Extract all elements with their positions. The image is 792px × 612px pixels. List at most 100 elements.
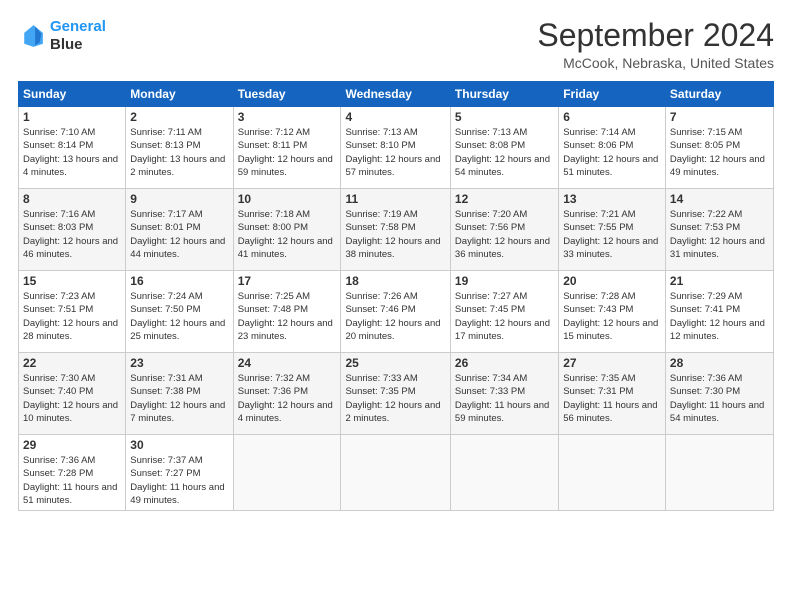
day-number: 21 xyxy=(670,274,769,288)
table-row: 11 Sunrise: 7:19 AM Sunset: 7:58 PM Dayl… xyxy=(341,189,450,271)
day-number: 9 xyxy=(130,192,228,206)
col-wednesday: Wednesday xyxy=(341,82,450,107)
day-info: Sunrise: 7:19 AM Sunset: 7:58 PM Dayligh… xyxy=(345,208,445,261)
day-number: 2 xyxy=(130,110,228,124)
day-number: 18 xyxy=(345,274,445,288)
day-number: 24 xyxy=(238,356,337,370)
table-row: 28 Sunrise: 7:36 AM Sunset: 7:30 PM Dayl… xyxy=(665,353,773,435)
day-number: 19 xyxy=(455,274,554,288)
day-number: 6 xyxy=(563,110,661,124)
day-info: Sunrise: 7:29 AM Sunset: 7:41 PM Dayligh… xyxy=(670,290,769,343)
page: General Blue September 2024 McCook, Nebr… xyxy=(0,0,792,612)
table-row: 10 Sunrise: 7:18 AM Sunset: 8:00 PM Dayl… xyxy=(233,189,341,271)
day-info: Sunrise: 7:35 AM Sunset: 7:31 PM Dayligh… xyxy=(563,372,661,425)
day-info: Sunrise: 7:18 AM Sunset: 8:00 PM Dayligh… xyxy=(238,208,337,261)
table-row: 8 Sunrise: 7:16 AM Sunset: 8:03 PM Dayli… xyxy=(19,189,126,271)
table-row: 15 Sunrise: 7:23 AM Sunset: 7:51 PM Dayl… xyxy=(19,271,126,353)
col-friday: Friday xyxy=(559,82,666,107)
title-block: September 2024 McCook, Nebraska, United … xyxy=(537,18,774,71)
table-row: 1 Sunrise: 7:10 AM Sunset: 8:14 PM Dayli… xyxy=(19,107,126,189)
table-row: 2 Sunrise: 7:11 AM Sunset: 8:13 PM Dayli… xyxy=(126,107,233,189)
day-info: Sunrise: 7:27 AM Sunset: 7:45 PM Dayligh… xyxy=(455,290,554,343)
logo-text: General Blue xyxy=(50,18,106,54)
day-number: 8 xyxy=(23,192,121,206)
table-row: 17 Sunrise: 7:25 AM Sunset: 7:48 PM Dayl… xyxy=(233,271,341,353)
day-info: Sunrise: 7:13 AM Sunset: 8:08 PM Dayligh… xyxy=(455,126,554,179)
table-row: 5 Sunrise: 7:13 AM Sunset: 8:08 PM Dayli… xyxy=(450,107,558,189)
day-number: 28 xyxy=(670,356,769,370)
day-number: 16 xyxy=(130,274,228,288)
table-row: 13 Sunrise: 7:21 AM Sunset: 7:55 PM Dayl… xyxy=(559,189,666,271)
day-info: Sunrise: 7:33 AM Sunset: 7:35 PM Dayligh… xyxy=(345,372,445,425)
table-row: 27 Sunrise: 7:35 AM Sunset: 7:31 PM Dayl… xyxy=(559,353,666,435)
day-info: Sunrise: 7:34 AM Sunset: 7:33 PM Dayligh… xyxy=(455,372,554,425)
table-row xyxy=(450,435,558,511)
day-number: 12 xyxy=(455,192,554,206)
col-saturday: Saturday xyxy=(665,82,773,107)
day-info: Sunrise: 7:30 AM Sunset: 7:40 PM Dayligh… xyxy=(23,372,121,425)
col-thursday: Thursday xyxy=(450,82,558,107)
calendar: Sunday Monday Tuesday Wednesday Thursday… xyxy=(18,81,774,511)
day-number: 10 xyxy=(238,192,337,206)
day-info: Sunrise: 7:10 AM Sunset: 8:14 PM Dayligh… xyxy=(23,126,121,179)
day-number: 1 xyxy=(23,110,121,124)
logo: General Blue xyxy=(18,18,106,54)
day-info: Sunrise: 7:32 AM Sunset: 7:36 PM Dayligh… xyxy=(238,372,337,425)
day-number: 20 xyxy=(563,274,661,288)
col-monday: Monday xyxy=(126,82,233,107)
day-info: Sunrise: 7:31 AM Sunset: 7:38 PM Dayligh… xyxy=(130,372,228,425)
table-row: 9 Sunrise: 7:17 AM Sunset: 8:01 PM Dayli… xyxy=(126,189,233,271)
day-number: 5 xyxy=(455,110,554,124)
day-number: 11 xyxy=(345,192,445,206)
table-row: 24 Sunrise: 7:32 AM Sunset: 7:36 PM Dayl… xyxy=(233,353,341,435)
day-number: 15 xyxy=(23,274,121,288)
table-row: 7 Sunrise: 7:15 AM Sunset: 8:05 PM Dayli… xyxy=(665,107,773,189)
table-row: 19 Sunrise: 7:27 AM Sunset: 7:45 PM Dayl… xyxy=(450,271,558,353)
day-info: Sunrise: 7:13 AM Sunset: 8:10 PM Dayligh… xyxy=(345,126,445,179)
table-row xyxy=(341,435,450,511)
day-number: 25 xyxy=(345,356,445,370)
day-number: 14 xyxy=(670,192,769,206)
table-row: 4 Sunrise: 7:13 AM Sunset: 8:10 PM Dayli… xyxy=(341,107,450,189)
day-number: 17 xyxy=(238,274,337,288)
day-number: 23 xyxy=(130,356,228,370)
table-row xyxy=(665,435,773,511)
day-number: 7 xyxy=(670,110,769,124)
day-info: Sunrise: 7:26 AM Sunset: 7:46 PM Dayligh… xyxy=(345,290,445,343)
day-info: Sunrise: 7:36 AM Sunset: 7:28 PM Dayligh… xyxy=(23,454,121,507)
day-info: Sunrise: 7:37 AM Sunset: 7:27 PM Dayligh… xyxy=(130,454,228,507)
calendar-header-row: Sunday Monday Tuesday Wednesday Thursday… xyxy=(19,82,774,107)
location: McCook, Nebraska, United States xyxy=(537,55,774,71)
header: General Blue September 2024 McCook, Nebr… xyxy=(18,18,774,71)
table-row: 6 Sunrise: 7:14 AM Sunset: 8:06 PM Dayli… xyxy=(559,107,666,189)
day-number: 13 xyxy=(563,192,661,206)
table-row: 3 Sunrise: 7:12 AM Sunset: 8:11 PM Dayli… xyxy=(233,107,341,189)
day-info: Sunrise: 7:22 AM Sunset: 7:53 PM Dayligh… xyxy=(670,208,769,261)
col-tuesday: Tuesday xyxy=(233,82,341,107)
day-number: 26 xyxy=(455,356,554,370)
table-row xyxy=(559,435,666,511)
day-info: Sunrise: 7:25 AM Sunset: 7:48 PM Dayligh… xyxy=(238,290,337,343)
day-info: Sunrise: 7:28 AM Sunset: 7:43 PM Dayligh… xyxy=(563,290,661,343)
table-row: 18 Sunrise: 7:26 AM Sunset: 7:46 PM Dayl… xyxy=(341,271,450,353)
table-row: 22 Sunrise: 7:30 AM Sunset: 7:40 PM Dayl… xyxy=(19,353,126,435)
day-info: Sunrise: 7:36 AM Sunset: 7:30 PM Dayligh… xyxy=(670,372,769,425)
logo-icon xyxy=(18,22,46,50)
table-row: 26 Sunrise: 7:34 AM Sunset: 7:33 PM Dayl… xyxy=(450,353,558,435)
day-info: Sunrise: 7:17 AM Sunset: 8:01 PM Dayligh… xyxy=(130,208,228,261)
table-row: 14 Sunrise: 7:22 AM Sunset: 7:53 PM Dayl… xyxy=(665,189,773,271)
table-row: 23 Sunrise: 7:31 AM Sunset: 7:38 PM Dayl… xyxy=(126,353,233,435)
day-info: Sunrise: 7:11 AM Sunset: 8:13 PM Dayligh… xyxy=(130,126,228,179)
table-row xyxy=(233,435,341,511)
day-info: Sunrise: 7:14 AM Sunset: 8:06 PM Dayligh… xyxy=(563,126,661,179)
table-row: 20 Sunrise: 7:28 AM Sunset: 7:43 PM Dayl… xyxy=(559,271,666,353)
month-title: September 2024 xyxy=(537,18,774,53)
day-info: Sunrise: 7:21 AM Sunset: 7:55 PM Dayligh… xyxy=(563,208,661,261)
day-info: Sunrise: 7:16 AM Sunset: 8:03 PM Dayligh… xyxy=(23,208,121,261)
day-info: Sunrise: 7:12 AM Sunset: 8:11 PM Dayligh… xyxy=(238,126,337,179)
col-sunday: Sunday xyxy=(19,82,126,107)
day-number: 30 xyxy=(130,438,228,452)
day-info: Sunrise: 7:20 AM Sunset: 7:56 PM Dayligh… xyxy=(455,208,554,261)
table-row: 21 Sunrise: 7:29 AM Sunset: 7:41 PM Dayl… xyxy=(665,271,773,353)
day-number: 3 xyxy=(238,110,337,124)
